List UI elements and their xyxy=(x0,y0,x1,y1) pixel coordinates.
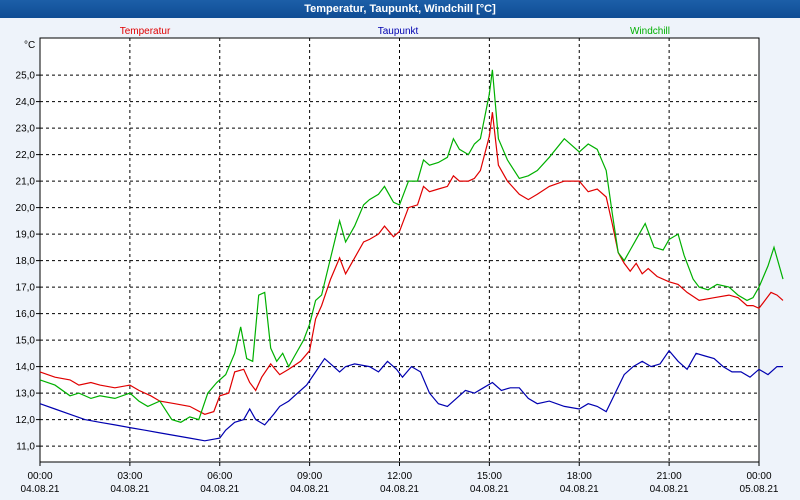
line-chart: 11,0 12,0 13,0 14,0 15,0 16,0 17,0 18,0 19,0 20,0… xyxy=(0,18,800,500)
x-tick-time-label: 12:00 xyxy=(387,471,412,482)
y-axis-unit-label: °C xyxy=(24,40,35,51)
legend-item-temperatur: Temperatur xyxy=(120,26,171,37)
x-tick-date-label: 04.08.21 xyxy=(290,484,329,495)
x-tick-date-label: 04.08.21 xyxy=(380,484,419,495)
y-tick-label: 23,0 xyxy=(16,124,36,135)
y-tick-label: 16,0 xyxy=(16,309,36,320)
x-tick-time-label: 03:00 xyxy=(117,471,142,482)
y-tick-label: 19,0 xyxy=(16,230,36,241)
legend-item-taupunkt: Taupunkt xyxy=(378,26,419,37)
x-tick-time-label: 18:00 xyxy=(567,471,592,482)
x-tick-date-label: 04.08.21 xyxy=(470,484,509,495)
x-tick-date-label: 04.08.21 xyxy=(560,484,599,495)
y-tick-label: 25,0 xyxy=(16,71,36,82)
x-tick-time-label: 06:00 xyxy=(207,471,232,482)
y-tick-label: 21,0 xyxy=(16,177,36,188)
x-tick-time-label: 09:00 xyxy=(297,471,322,482)
y-tick-label: 20,0 xyxy=(16,203,36,214)
y-tick-label: 15,0 xyxy=(16,336,36,347)
y-tick-label: 22,0 xyxy=(16,150,36,161)
x-tick-time-label: 00:00 xyxy=(746,471,771,482)
x-tick-time-label: 15:00 xyxy=(477,471,502,482)
y-tick-label: 12,0 xyxy=(16,415,36,426)
x-tick-time-label: 21:00 xyxy=(657,471,682,482)
x-tick-date-label: 05.08.21 xyxy=(740,484,779,495)
y-tick-label: 18,0 xyxy=(16,256,36,267)
y-tick-label: 14,0 xyxy=(16,362,36,373)
legend-item-windchill: Windchill xyxy=(630,26,670,37)
y-tick-label: 13,0 xyxy=(16,389,36,400)
x-tick-date-label: 04.08.21 xyxy=(650,484,689,495)
x-tick-date-label: 04.08.21 xyxy=(110,484,149,495)
y-tick-label: 11,0 xyxy=(16,442,35,453)
y-tick-label: 17,0 xyxy=(16,283,36,294)
y-tick-label: 24,0 xyxy=(16,97,36,108)
x-tick-date-label: 04.08.21 xyxy=(21,484,60,495)
x-tick-time-label: 00:00 xyxy=(27,471,52,482)
x-tick-date-label: 04.08.21 xyxy=(200,484,239,495)
chart-title: Temperatur, Taupunkt, Windchill [°C] xyxy=(0,0,800,18)
